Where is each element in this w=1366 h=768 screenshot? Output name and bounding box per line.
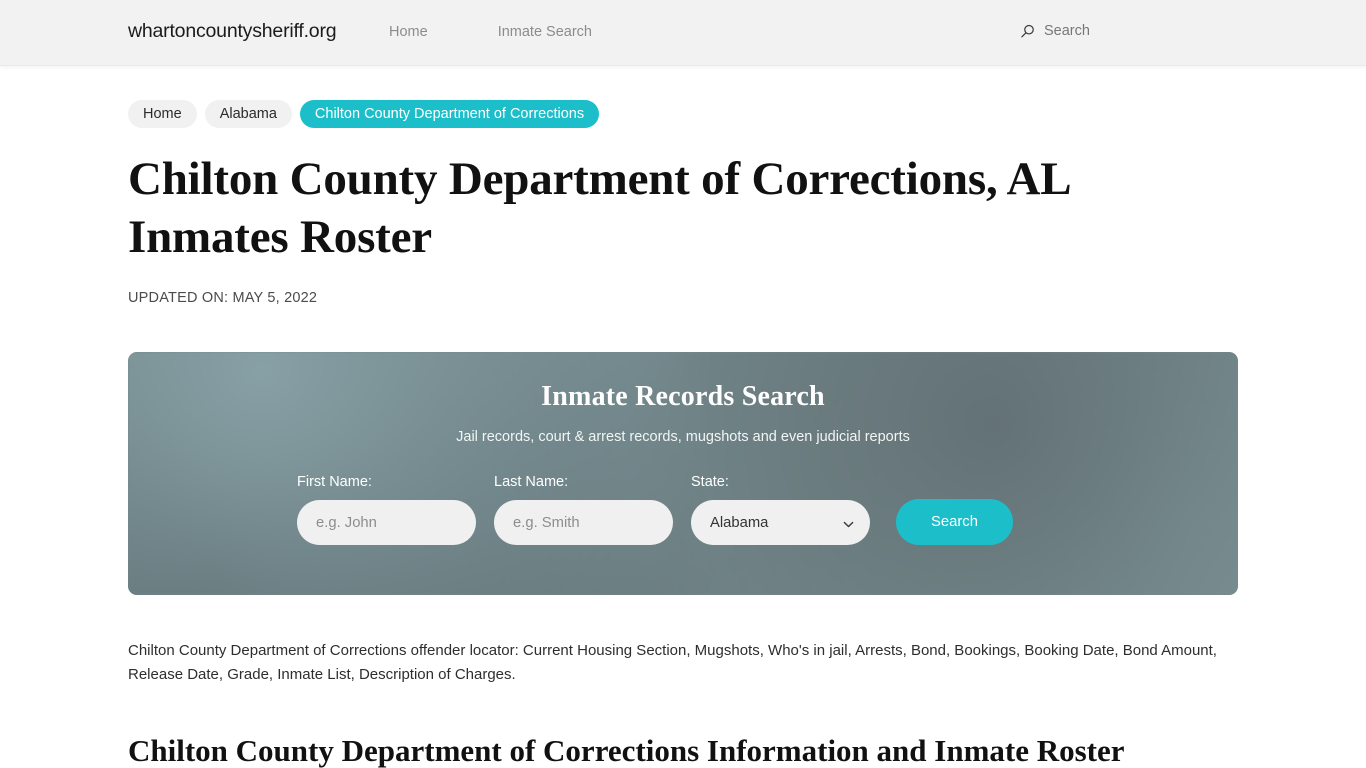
main-nav: Home Inmate Search: [389, 24, 592, 40]
last-name-label: Last Name:: [494, 474, 569, 490]
breadcrumb: Home Alabama Chilton County Department o…: [128, 66, 1238, 128]
nav-item-home[interactable]: Home: [389, 24, 428, 40]
page-title: Chilton County Department of Corrections…: [128, 153, 1069, 263]
inmate-search-form: First Name: Last Name: State: Alabama: [128, 474, 1238, 545]
first-name-field-group: First Name:: [297, 474, 476, 545]
header-search-label: Search: [1044, 23, 1090, 39]
last-name-input[interactable]: [494, 500, 673, 545]
header-search-trigger[interactable]: Search: [1020, 23, 1090, 39]
panel-search-button[interactable]: Search: [896, 499, 1013, 545]
section-title: Chilton County Department of Corrections…: [128, 733, 1125, 768]
panel-subtitle: Jail records, court & arrest records, mu…: [456, 429, 910, 445]
breadcrumb-item-home[interactable]: Home: [128, 100, 197, 128]
content-container: Home Alabama Chilton County Department o…: [128, 66, 1238, 768]
inmate-records-search-panel: Inmate Records Search Jail records, cour…: [128, 352, 1238, 595]
state-select[interactable]: Alabama: [691, 500, 870, 545]
state-field-group: State: Alabama: [691, 474, 870, 545]
breadcrumb-item-current[interactable]: Chilton County Department of Corrections: [299, 100, 600, 128]
search-icon: [1020, 24, 1035, 39]
nav-item-inmate-search[interactable]: Inmate Search: [498, 24, 592, 40]
intro-paragraph: Chilton County Department of Corrections…: [128, 642, 1217, 683]
updated-on-text: UPDATED ON: MAY 5, 2022: [128, 290, 318, 306]
first-name-input[interactable]: [297, 500, 476, 545]
page-body: Home Alabama Chilton County Department o…: [0, 66, 1366, 768]
site-header: whartoncountysheriff.org Home Inmate Sea…: [0, 0, 1366, 66]
state-label: State:: [691, 474, 729, 490]
first-name-label: First Name:: [297, 474, 372, 490]
site-brand[interactable]: whartoncountysheriff.org: [128, 20, 337, 43]
breadcrumb-item-alabama[interactable]: Alabama: [204, 100, 292, 128]
panel-title: Inmate Records Search: [541, 381, 825, 412]
last-name-field-group: Last Name:: [494, 474, 673, 545]
